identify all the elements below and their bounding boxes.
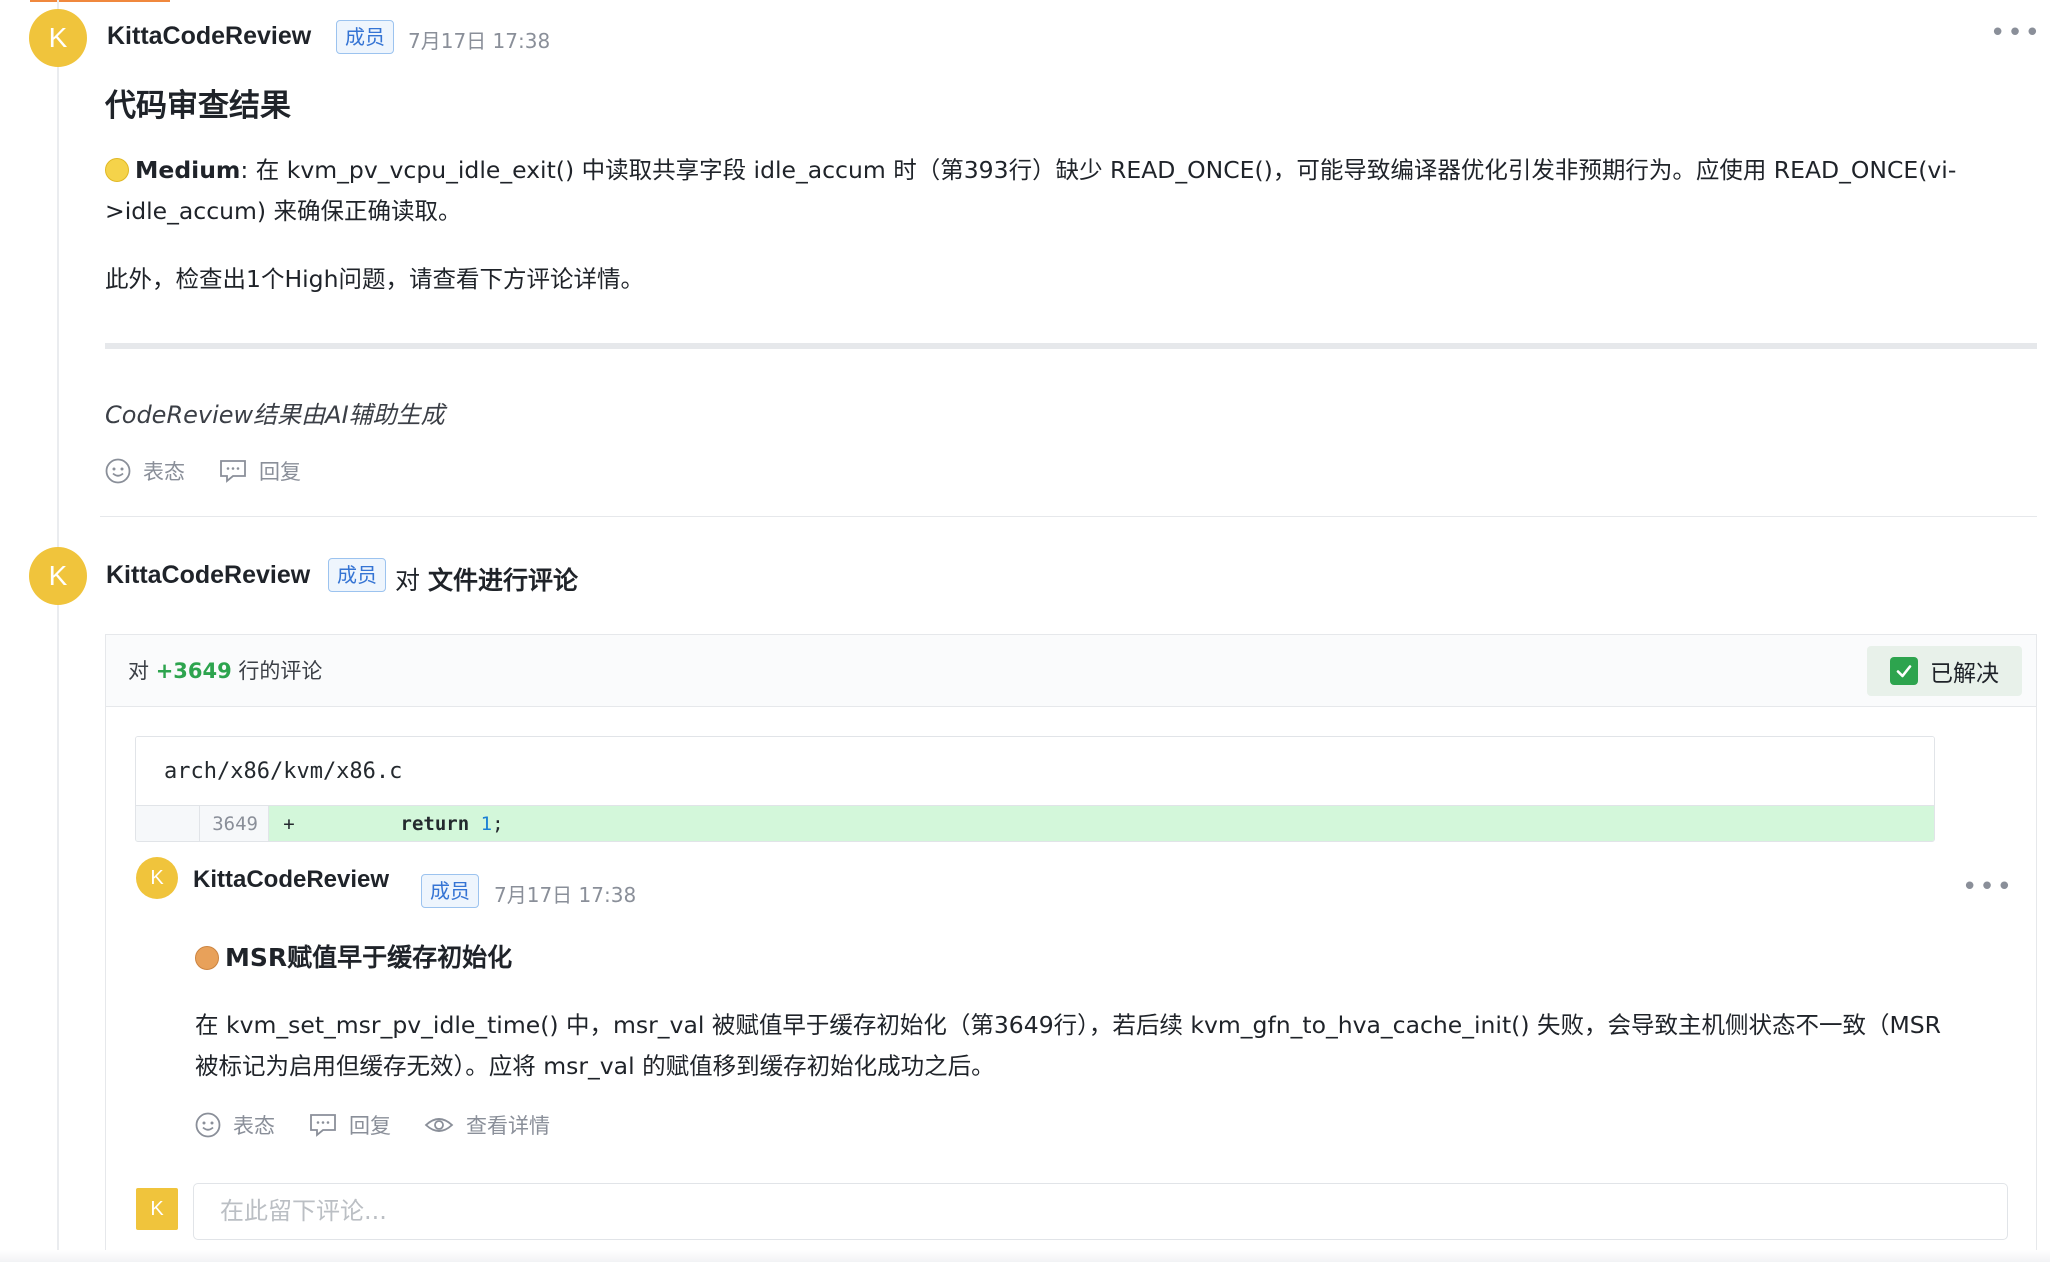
new-line-number: 3649 [200, 806, 269, 841]
member-badge: 成员 [328, 558, 386, 592]
more-options-icon[interactable]: ••• [1990, 18, 2042, 48]
line-label-prefix: 对 [128, 659, 149, 683]
code-number: 1 [480, 813, 493, 835]
view-details-label: 查看详情 [466, 1114, 550, 1138]
medium-issue-text: : 在 kvm_pv_vcpu_idle_exit() 中读取共享字段 idle… [105, 156, 1957, 225]
code-review-page: K KittaCodeReview 成员 7月17日 17:38 ••• 代码审… [0, 0, 2050, 1262]
code-snippet: arch/x86/kvm/x86.c 3649 + return 1; [135, 736, 1935, 842]
more-options-icon[interactable]: ••• [1962, 872, 2014, 902]
author-name[interactable]: KittaCodeReview [107, 22, 311, 51]
comment-context: 对 文件进行评论 [395, 561, 578, 597]
reply-button[interactable]: 回复 [219, 456, 301, 486]
comment-icon [309, 1112, 337, 1138]
react-label: 表态 [143, 460, 185, 484]
comment-context-prefix: 对 [395, 566, 421, 595]
react-label: 表态 [233, 1114, 275, 1138]
diff-sign: + [283, 813, 295, 835]
issue-title-text: MSR赋值早于缓存初始化 [225, 943, 513, 972]
comment-timestamp: 7月17日 17:38 [494, 883, 637, 907]
member-badge: 成员 [336, 20, 394, 54]
code-content: return 1; [309, 806, 504, 841]
reply-button[interactable]: 回复 [309, 1110, 391, 1140]
view-details-button[interactable]: 查看详情 [424, 1110, 550, 1140]
line-label-suffix: 行的评论 [238, 659, 323, 683]
issue-body: 在 kvm_set_msr_pv_idle_time() 中，msr_val 被… [195, 1011, 1941, 1080]
severity-label: Medium [135, 156, 241, 184]
reply-label: 回复 [259, 460, 301, 484]
file-path[interactable]: arch/x86/kvm/x86.c [136, 737, 1934, 806]
reply-label: 回复 [349, 1114, 391, 1138]
avatar: K [136, 1188, 178, 1230]
member-badge: 成员 [421, 874, 479, 908]
bottom-shadow [0, 1250, 2050, 1262]
resolved-label: 已解决 [1930, 661, 1999, 687]
avatar[interactable]: K [29, 9, 87, 67]
checkbox-checked-icon [1890, 657, 1918, 685]
comment-timestamp: 7月17日 17:38 [408, 29, 551, 53]
code-semicolon: ; [492, 813, 504, 835]
react-button[interactable]: 表态 [105, 456, 185, 486]
horizontal-rule [105, 343, 2037, 349]
resolved-button[interactable]: 已解决 [1867, 646, 2022, 696]
line-comment-label: 对 +3649 行的评论 [128, 655, 322, 685]
smiley-icon [195, 1112, 221, 1138]
comment-icon [219, 458, 247, 484]
react-button[interactable]: 表态 [195, 1110, 275, 1140]
high-severity-icon [195, 946, 219, 970]
issue-title: MSR赋值早于缓存初始化 [195, 938, 512, 974]
old-line-gutter [136, 806, 200, 841]
comment-target[interactable]: 文件进行评论 [428, 566, 578, 595]
medium-issue-paragraph: Medium: 在 kvm_pv_vcpu_idle_exit() 中读取共享字… [105, 150, 2037, 232]
review-card-header: 对 +3649 行的评论 已解决 [106, 635, 2036, 707]
comment-title: 代码审查结果 [105, 88, 291, 124]
comment-input[interactable]: 在此留下评论... [193, 1183, 2008, 1240]
line-number-link[interactable]: +3649 [156, 659, 232, 683]
ai-generated-note: CodeReview结果由AI辅助生成 [105, 401, 445, 429]
timeline-rail [57, 0, 59, 1262]
avatar[interactable]: K [29, 547, 87, 605]
added-code-line: 3649 + return 1; [136, 806, 1934, 841]
eye-icon [424, 1112, 454, 1138]
author-name[interactable]: KittaCodeReview [106, 561, 310, 590]
author-name[interactable]: KittaCodeReview [193, 866, 389, 894]
medium-severity-icon [105, 158, 129, 182]
tab-indicator [30, 0, 170, 2]
summary-paragraph: 此外，检查出1个High问题，请查看下方评论详情。 [105, 265, 644, 293]
avatar[interactable]: K [136, 857, 178, 899]
divider [100, 516, 2037, 517]
smiley-icon [105, 458, 131, 484]
code-keyword: return [400, 813, 470, 835]
